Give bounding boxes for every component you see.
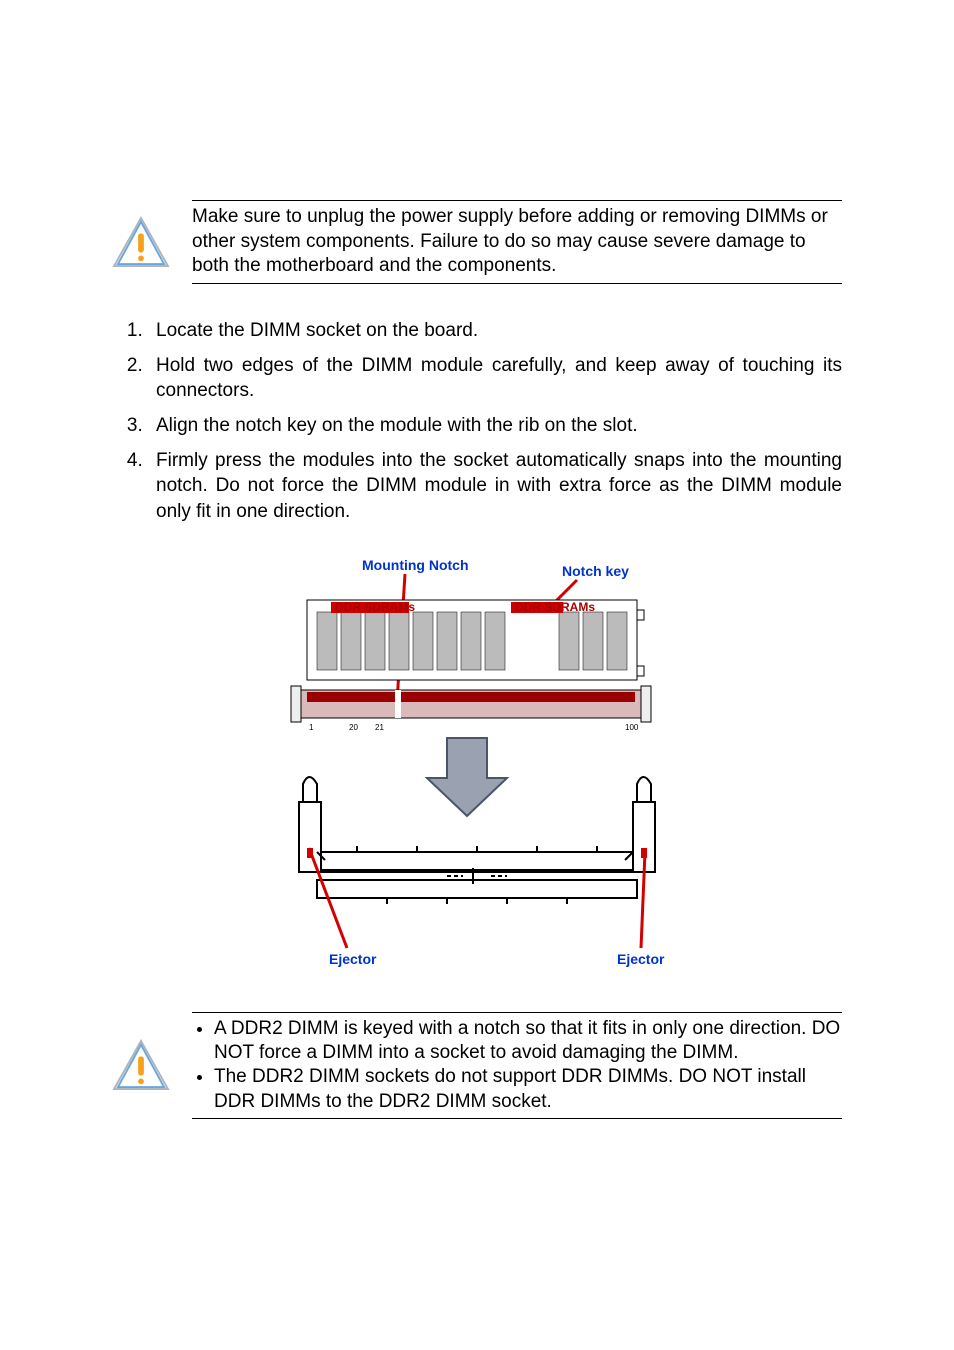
step-2: Hold two edges of the DIMM module carefu… [148, 353, 842, 403]
label-ejector-right: Ejector [617, 951, 665, 967]
dimm-slot-upper: 1 20 21 100 [291, 686, 651, 732]
warning2-bullet-2: The DDR2 DIMM sockets do not support DDR… [214, 1065, 842, 1114]
warning-block-1: Make sure to unplug the power supply bef… [112, 200, 842, 284]
svg-text:21: 21 [375, 723, 384, 732]
step-1: Locate the DIMM socket on the board. [148, 318, 842, 343]
svg-text:20: 20 [349, 723, 358, 732]
warning-text-1: Make sure to unplug the power supply bef… [192, 200, 842, 284]
ejector-right [625, 777, 655, 872]
label-ddr-sdram-2: DDR SDRAMs [515, 600, 595, 614]
document-page: Make sure to unplug the power supply bef… [0, 0, 954, 1350]
warning-text-2: A DDR2 DIMM is keyed with a notch so tha… [192, 1012, 842, 1119]
step-3: Align the notch key on the module with t… [148, 413, 842, 438]
warning-icon [112, 216, 170, 268]
down-arrow-icon [427, 738, 507, 816]
warning-block-2: A DDR2 DIMM is keyed with a notch so tha… [112, 1012, 842, 1119]
label-mounting-notch: Mounting Notch [362, 557, 469, 573]
svg-text:100: 100 [625, 723, 639, 732]
label-ejector-left: Ejector [329, 951, 377, 967]
label-ddr-sdram-1: DDR SDRAMs [335, 600, 415, 614]
warning2-bullet-1: A DDR2 DIMM is keyed with a notch so tha… [214, 1017, 842, 1066]
label-notch-key: Notch key [562, 563, 629, 579]
dimm-module: DDR SDRAMs DDR SDRAMs [307, 600, 644, 680]
dimm-diagram: Mounting Notch Notch key [112, 552, 842, 972]
steps-list: Locate the DIMM socket on the board. Hol… [112, 318, 842, 524]
step-4: Firmly press the modules into the socket… [148, 448, 842, 523]
svg-text:1: 1 [309, 723, 314, 732]
warning-icon [112, 1039, 170, 1091]
